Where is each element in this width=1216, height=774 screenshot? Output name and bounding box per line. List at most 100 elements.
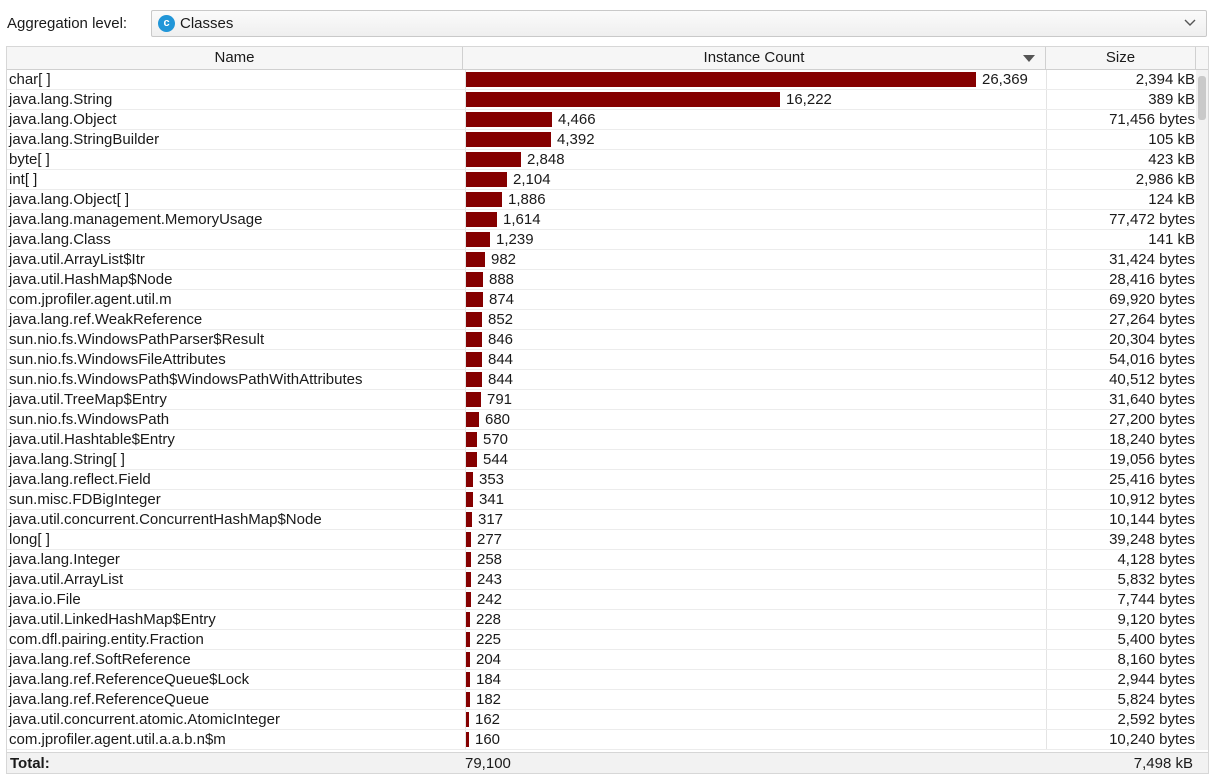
instance-count-value: 844 [488, 351, 514, 368]
size-value: 5,832 bytes [1117, 571, 1195, 588]
instance-count-value: 874 [489, 291, 515, 308]
instance-count-cell: 1,614 [465, 210, 1047, 229]
column-header-name[interactable]: Name [7, 47, 463, 69]
instance-count-cell: 182 [465, 690, 1047, 709]
table-row[interactable]: java.lang.ref.ReferenceQueue$Lock 184 2,94… [7, 670, 1195, 690]
vertical-scrollbar[interactable] [1196, 70, 1208, 750]
instance-count-bar [466, 672, 470, 687]
instance-count-bar [466, 312, 482, 327]
instance-count-bar [466, 272, 483, 287]
table-row[interactable]: java.lang.Object[ ] 1,886 124 kB [7, 190, 1195, 210]
table-body: char[ ] 26,369 2,394 kB java.lang.String 16,… [7, 70, 1195, 750]
instance-count-cell: 162 [465, 710, 1047, 729]
instance-count-bar [466, 592, 471, 607]
table-row[interactable]: java.io.File 242 7,744 bytes [7, 590, 1195, 610]
class-name: java.lang.String[ ] [9, 451, 125, 468]
instance-count-cell: 844 [465, 350, 1047, 369]
instance-count-cell: 791 [465, 390, 1047, 409]
instance-count-value: 1,886 [508, 191, 546, 208]
size-value: 2,944 bytes [1117, 671, 1195, 688]
table-row[interactable]: java.util.HashMap$Node 888 28,416 bytes [7, 270, 1195, 290]
class-name: java.util.ArrayList [9, 571, 124, 588]
instance-count-cell: 2,104 [465, 170, 1047, 189]
class-name: byte[ ] [9, 151, 50, 168]
table-row[interactable]: java.lang.String 16,222 389 kB [7, 90, 1195, 110]
size-value: 31,640 bytes [1109, 391, 1195, 408]
instance-count-value: 1,239 [496, 231, 534, 248]
table-row[interactable]: java.util.ArrayList 243 5,832 bytes [7, 570, 1195, 590]
instance-count-value: 277 [477, 531, 503, 548]
table-row[interactable]: sun.nio.fs.WindowsPathParser$Result 846 20… [7, 330, 1195, 350]
table-row[interactable]: java.lang.String[ ] 544 19,056 bytes [7, 450, 1195, 470]
total-row: Total: 79,100 7,498 kB [7, 752, 1208, 773]
scrollbar-thumb[interactable] [1198, 76, 1206, 120]
size-value: 4,128 bytes [1117, 551, 1195, 568]
table-row[interactable]: java.util.ArrayList$Itr 982 31,424 bytes [7, 250, 1195, 270]
table-row[interactable]: sun.misc.FDBigInteger 341 10,912 bytes [7, 490, 1195, 510]
table-row[interactable]: com.dfl.pairing.entity.Fraction 225 5,400 … [7, 630, 1195, 650]
table-row[interactable]: java.util.Hashtable$Entry 570 18,240 bytes [7, 430, 1195, 450]
instance-count-value: 4,466 [558, 111, 596, 128]
instance-count-cell: 4,392 [465, 130, 1047, 149]
class-name: sun.nio.fs.WindowsFileAttributes [9, 351, 226, 368]
table-row[interactable]: java.lang.management.MemoryUsage 1,614 77,… [7, 210, 1195, 230]
aggregation-level-dropdown[interactable]: c Classes [151, 10, 1207, 37]
table-row[interactable]: int[ ] 2,104 2,986 kB [7, 170, 1195, 190]
table-row[interactable]: byte[ ] 2,848 423 kB [7, 150, 1195, 170]
table-row[interactable]: java.lang.reflect.Field 353 25,416 bytes [7, 470, 1195, 490]
instance-count-bar [466, 412, 479, 427]
column-header-instance-count[interactable]: Instance Count [463, 47, 1046, 69]
table-row[interactable]: com.jprofiler.agent.util.a.a.b.n$m 160 10,… [7, 730, 1195, 750]
instance-count-value: 570 [483, 431, 509, 448]
table-row[interactable]: java.lang.Class 1,239 141 kB [7, 230, 1195, 250]
table-row[interactable]: java.lang.StringBuilder 4,392 105 kB [7, 130, 1195, 150]
table-row[interactable]: java.lang.Object 4,466 71,456 bytes [7, 110, 1195, 130]
instance-count-value: 353 [479, 471, 505, 488]
instance-count-cell: 570 [465, 430, 1047, 449]
column-header-size[interactable]: Size [1046, 47, 1196, 69]
aggregation-level-value: Classes [180, 15, 234, 32]
instance-count-bar [466, 292, 483, 307]
instance-count-cell: 4,466 [465, 110, 1047, 129]
table-row[interactable]: java.lang.ref.WeakReference 852 27,264 byt… [7, 310, 1195, 330]
table-row[interactable]: char[ ] 26,369 2,394 kB [7, 70, 1195, 90]
table-row[interactable]: long[ ] 277 39,248 bytes [7, 530, 1195, 550]
table-row[interactable]: sun.nio.fs.WindowsPath 680 27,200 bytes [7, 410, 1195, 430]
size-value: 7,744 bytes [1117, 591, 1195, 608]
class-name: long[ ] [9, 531, 50, 548]
column-header-name-label: Name [214, 49, 255, 66]
instance-count-value: 204 [476, 651, 502, 668]
size-value: 105 kB [1148, 131, 1195, 148]
table-row[interactable]: java.util.TreeMap$Entry 791 31,640 bytes [7, 390, 1195, 410]
instance-count-cell: 225 [465, 630, 1047, 649]
table-row[interactable]: java.util.concurrent.ConcurrentHashMap$N… [7, 510, 1195, 530]
class-name: java.util.HashMap$Node [9, 271, 173, 288]
class-name: java.lang.Integer [9, 551, 120, 568]
class-name: java.lang.ref.SoftReference [9, 651, 191, 668]
size-value: 25,416 bytes [1109, 471, 1195, 488]
instance-count-bar [466, 72, 976, 87]
size-value: 10,240 bytes [1109, 731, 1195, 748]
table-row[interactable]: com.jprofiler.agent.util.m 874 69,920 byte… [7, 290, 1195, 310]
size-value: 28,416 bytes [1109, 271, 1195, 288]
table-row[interactable]: java.util.concurrent.atomic.AtomicIntege… [7, 710, 1195, 730]
size-value: 389 kB [1148, 91, 1195, 108]
size-value: 40,512 bytes [1109, 371, 1195, 388]
instance-count-cell: 353 [465, 470, 1047, 489]
instance-count-cell: 242 [465, 590, 1047, 609]
table-row[interactable]: java.lang.ref.SoftReference 204 8,160 byte… [7, 650, 1195, 670]
table-row[interactable]: sun.nio.fs.WindowsFileAttributes 844 54,01… [7, 350, 1195, 370]
instance-count-cell: 204 [465, 650, 1047, 669]
table-row[interactable]: sun.nio.fs.WindowsPath$WindowsPathWithAt… [7, 370, 1195, 390]
class-name: java.lang.management.MemoryUsage [9, 211, 263, 228]
size-value: 423 kB [1148, 151, 1195, 168]
instance-count-value: 982 [491, 251, 517, 268]
instance-count-cell: 544 [465, 450, 1047, 469]
class-name: java.util.concurrent.ConcurrentHashMap$N… [9, 511, 322, 528]
table-row[interactable]: java.lang.ref.ReferenceQueue 182 5,824 byt… [7, 690, 1195, 710]
instance-count-bar [466, 512, 472, 527]
table-row[interactable]: java.util.LinkedHashMap$Entry 228 9,120 by… [7, 610, 1195, 630]
class-name: java.lang.Class [9, 231, 111, 248]
table-row[interactable]: java.lang.Integer 258 4,128 bytes [7, 550, 1195, 570]
instance-count-cell: 341 [465, 490, 1047, 509]
